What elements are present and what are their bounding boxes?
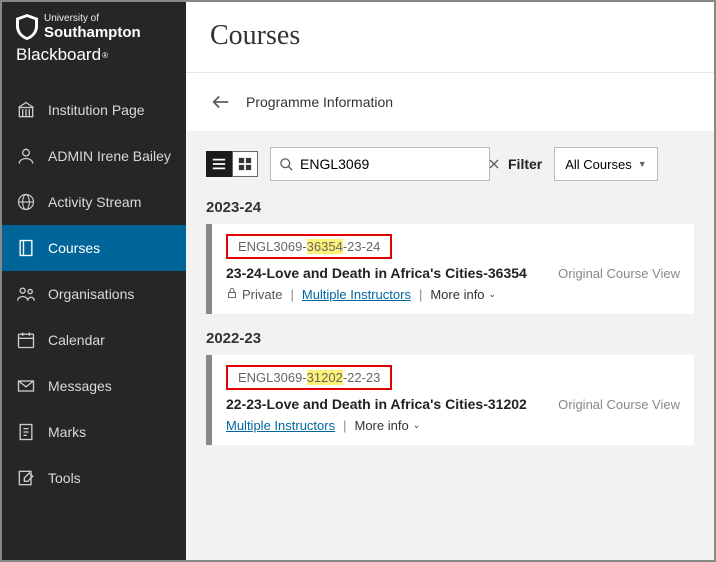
breadcrumb[interactable]: Programme Information (246, 94, 393, 110)
shield-icon (16, 14, 38, 43)
nav: Institution Page ADMIN Irene Bailey Acti… (2, 83, 186, 501)
chevron-down-icon: ⌄ (489, 289, 497, 300)
instructors-link[interactable]: Multiple Instructors (226, 418, 335, 433)
nav-label: Tools (48, 470, 81, 486)
filter-value: All Courses (565, 157, 631, 172)
more-info-button[interactable]: More info ⌄ (430, 287, 496, 302)
nav-label: Activity Stream (48, 194, 141, 210)
view-toggle (206, 151, 258, 177)
course-title: 23-24-Love and Death in Africa's Cities-… (226, 265, 527, 281)
sidebar-item-admin[interactable]: ADMIN Irene Bailey (2, 133, 186, 179)
term-heading: 2022-23 (206, 330, 694, 347)
course-title: 22-23-Love and Death in Africa's Cities-… (226, 396, 527, 412)
more-info-button[interactable]: More info ⌄ (354, 418, 420, 433)
page-title: Courses (210, 20, 690, 52)
chevron-down-icon: ⌄ (413, 420, 421, 431)
lock-icon (226, 287, 238, 302)
brand-block: University of Southampton Blackboard® (2, 2, 186, 83)
nav-label: ADMIN Irene Bailey (48, 148, 171, 164)
list-view-button[interactable] (206, 151, 232, 177)
back-arrow-icon[interactable] (210, 91, 232, 113)
filter-select[interactable]: All Courses ▼ (554, 147, 657, 181)
term-heading: 2023-24 (206, 199, 694, 216)
brand-product: Blackboard® (16, 45, 172, 65)
sidebar: University of Southampton Blackboard® In… (2, 2, 186, 560)
chevron-down-icon: ▼ (638, 159, 647, 169)
course-view-type: Original Course View (558, 266, 680, 281)
toolbar: Filter All Courses ▼ (206, 147, 694, 181)
nav-label: Marks (48, 424, 86, 440)
edit-icon (16, 468, 36, 488)
course-id: ENGL3069-36354-23-24 (226, 234, 392, 259)
brand-university: Southampton (44, 24, 141, 41)
grid-view-button[interactable] (232, 151, 258, 177)
nav-label: Calendar (48, 332, 105, 348)
nav-label: Institution Page (48, 102, 145, 118)
sidebar-item-activity[interactable]: Activity Stream (2, 179, 186, 225)
breadcrumb-row: Programme Information (186, 73, 714, 131)
course-card[interactable]: ENGL3069-36354-23-24 23-24-Love and Deat… (206, 224, 694, 314)
nav-label: Messages (48, 378, 112, 394)
institution-icon (16, 100, 36, 120)
user-icon (16, 146, 36, 166)
users-icon (16, 284, 36, 304)
search-icon[interactable] (279, 157, 294, 172)
sidebar-item-courses[interactable]: Courses (2, 225, 186, 271)
search-input[interactable] (300, 156, 481, 172)
sidebar-item-marks[interactable]: Marks (2, 409, 186, 455)
course-card[interactable]: ENGL3069-31202-22-23 22-23-Love and Deat… (206, 355, 694, 445)
nav-label: Organisations (48, 286, 134, 302)
main: Courses Programme Information (186, 2, 714, 560)
search-box (270, 147, 490, 181)
content-area: Filter All Courses ▼ 2023-24 ENGL3069-36… (186, 131, 714, 560)
envelope-icon (16, 376, 36, 396)
brand-university-small: University of (44, 14, 141, 24)
book-icon (16, 238, 36, 258)
calendar-icon (16, 330, 36, 350)
private-label: Private (226, 287, 282, 302)
globe-icon (16, 192, 36, 212)
course-meta: Private | Multiple Instructors | More in… (226, 287, 680, 302)
nav-label: Courses (48, 240, 100, 256)
instructors-link[interactable]: Multiple Instructors (302, 287, 411, 302)
sidebar-item-organisations[interactable]: Organisations (2, 271, 186, 317)
course-id: ENGL3069-31202-22-23 (226, 365, 392, 390)
clear-icon[interactable] (487, 157, 501, 171)
sidebar-item-messages[interactable]: Messages (2, 363, 186, 409)
course-meta: Multiple Instructors | More info ⌄ (226, 418, 680, 433)
page-header: Courses (186, 2, 714, 73)
filter-label: Filter (508, 156, 542, 172)
brand-text: University of Southampton (44, 14, 141, 42)
sidebar-item-calendar[interactable]: Calendar (2, 317, 186, 363)
course-view-type: Original Course View (558, 397, 680, 412)
sidebar-item-institution[interactable]: Institution Page (2, 87, 186, 133)
document-icon (16, 422, 36, 442)
sidebar-item-tools[interactable]: Tools (2, 455, 186, 501)
